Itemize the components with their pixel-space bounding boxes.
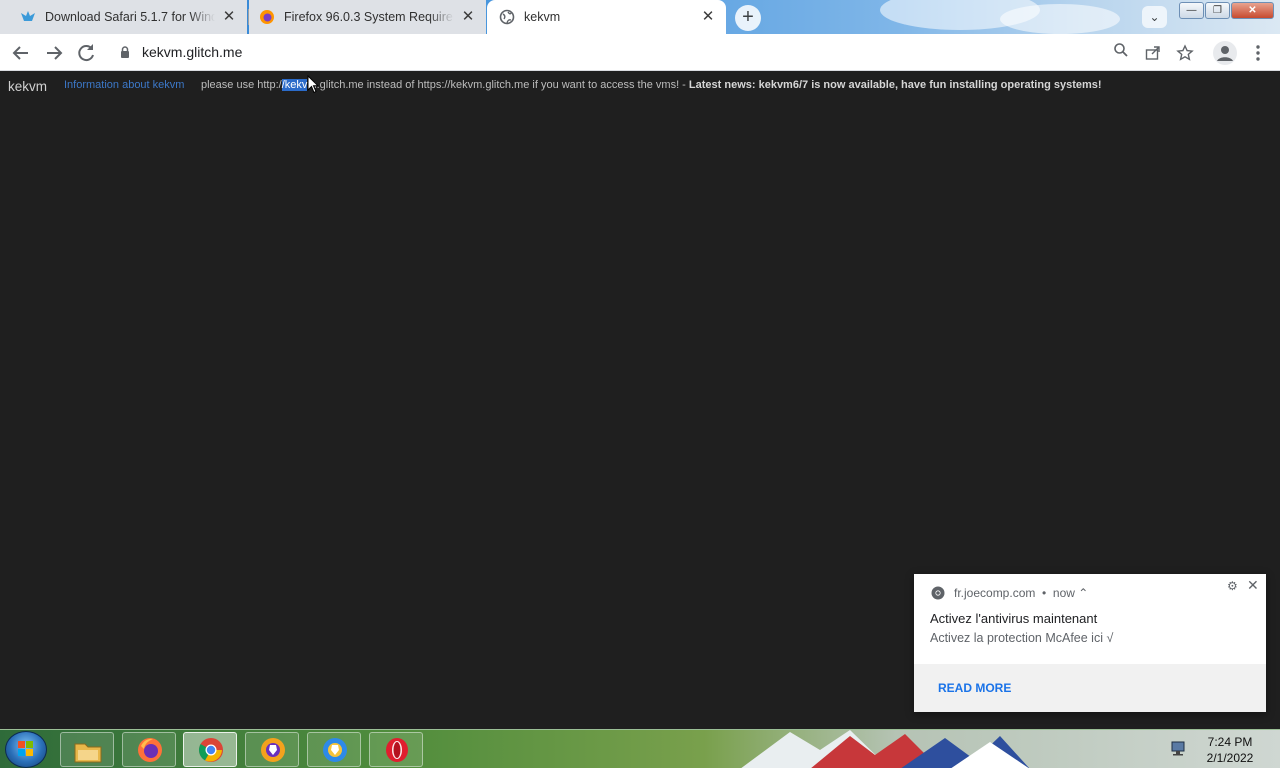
reload-button[interactable]	[74, 41, 98, 65]
taskbar-firefox[interactable]	[122, 732, 176, 767]
tab-safari[interactable]: Download Safari 5.1.7 for Windo ✕	[0, 0, 247, 34]
profile-avatar-icon	[1217, 46, 1233, 61]
restore-button[interactable]: ❐	[1205, 2, 1230, 19]
site-header: kekvm Information about kekvm please use…	[0, 71, 1280, 101]
info-link[interactable]: Information about kekvm	[64, 79, 184, 91]
menu-button[interactable]	[1246, 41, 1270, 65]
globe-icon	[499, 9, 515, 25]
reload-icon	[78, 44, 94, 62]
profile-button[interactable]	[1213, 41, 1237, 65]
forward-button[interactable]	[42, 41, 66, 65]
brave-icon	[261, 738, 285, 762]
network-icon[interactable]	[1170, 740, 1188, 756]
minimize-button[interactable]: —	[1179, 2, 1204, 19]
notification-footer: READ MORE	[914, 664, 1266, 712]
opera-icon	[386, 738, 408, 762]
close-icon[interactable]: ✕	[1247, 577, 1259, 594]
wallpaper-cloud	[1000, 4, 1120, 34]
wallpaper-art	[741, 730, 1030, 768]
start-button[interactable]	[5, 731, 47, 768]
tab-search-button[interactable]: ⌄	[1142, 6, 1167, 28]
tab-title: kekvm	[524, 10, 561, 24]
tab-title: Firefox 96.0.3 System Requireme	[284, 10, 454, 24]
clock-date: 2/1/2022	[1206, 751, 1254, 765]
tab-title: Download Safari 5.1.7 for Windo	[45, 10, 215, 24]
notification-title: Activez l'antivirus maintenant	[930, 611, 1098, 626]
gear-icon[interactable]: ⚙	[1227, 579, 1238, 593]
kebab-menu-icon	[1256, 45, 1260, 61]
origin-text: fr.joecomp.com	[954, 586, 1036, 600]
bookmark-button[interactable]	[1173, 41, 1197, 65]
taskbar-brave-2[interactable]	[307, 732, 361, 767]
close-icon[interactable]: ✕	[221, 9, 237, 25]
notification-toast[interactable]: fr.joecomp.com • now ⌃ ⚙ ✕ Activez l'ant…	[914, 574, 1266, 712]
star-icon	[1176, 44, 1194, 61]
taskbar-chrome[interactable]	[183, 732, 237, 767]
safari-icon	[21, 11, 35, 21]
windows-logo-icon	[18, 741, 33, 756]
firefox-icon	[138, 738, 162, 762]
read-more-button[interactable]: READ MORE	[938, 681, 1011, 695]
new-tab-button[interactable]: +	[735, 5, 761, 31]
clock-time: 7:24 PM	[1207, 735, 1253, 749]
page-content: kekvm Information about kekvm please use…	[0, 71, 1280, 729]
close-icon[interactable]: ✕	[460, 9, 476, 25]
close-icon[interactable]: ✕	[700, 9, 716, 25]
notification-body: Activez la protection McAfee ici √	[930, 631, 1114, 645]
notice-suffix: m.glitch.me instead of https://kekvm.gli…	[307, 79, 689, 91]
taskbar-opera[interactable]	[369, 732, 423, 767]
notification-origin: fr.joecomp.com • now ⌃	[954, 586, 1089, 600]
tab-strip: Download Safari 5.1.7 for Windo ✕ Firefo…	[0, 0, 1280, 34]
url-text[interactable]: kekvm.glitch.me	[142, 44, 242, 60]
chrome-icon	[931, 586, 945, 600]
tab-firefox[interactable]: Firefox 96.0.3 System Requireme ✕	[249, 0, 486, 34]
mouse-cursor-icon	[307, 75, 319, 94]
forward-arrow-icon	[47, 46, 63, 60]
taskbar-explorer[interactable]	[60, 732, 114, 767]
zoom-icon[interactable]	[1111, 42, 1131, 62]
back-arrow-icon	[12, 46, 28, 60]
chrome-icon	[198, 738, 223, 762]
site-brand[interactable]: kekvm	[8, 79, 47, 94]
system-clock[interactable]: 7:24 PM 2/1/2022	[1200, 734, 1260, 766]
browser-toolbar: kekvm.glitch.me	[0, 34, 1280, 71]
latest-news: Latest news: kekvm6/7 is now available, …	[688, 79, 1102, 91]
back-button[interactable]	[9, 41, 33, 65]
notice-text: please use http://kekvm.glitch.me instea…	[201, 79, 1102, 91]
share-button[interactable]	[1141, 41, 1165, 65]
brave-icon	[323, 738, 347, 762]
file-explorer-icon	[74, 743, 102, 763]
lock-icon[interactable]	[120, 46, 130, 58]
notification-time: now	[1052, 586, 1075, 600]
selected-text: /kekv	[281, 79, 308, 91]
share-icon	[1145, 46, 1160, 60]
magnifier-icon	[1114, 43, 1128, 57]
close-window-button[interactable]: ✕	[1231, 2, 1274, 19]
notice-prefix: please use http:/	[201, 79, 282, 91]
address-bar[interactable]: kekvm.glitch.me	[110, 38, 1142, 67]
taskbar: 7:24 PM 2/1/2022	[0, 729, 1280, 768]
taskbar-brave[interactable]	[245, 732, 299, 767]
tab-kekvm[interactable]: kekvm ✕	[487, 0, 726, 34]
firefox-icon	[260, 10, 274, 24]
